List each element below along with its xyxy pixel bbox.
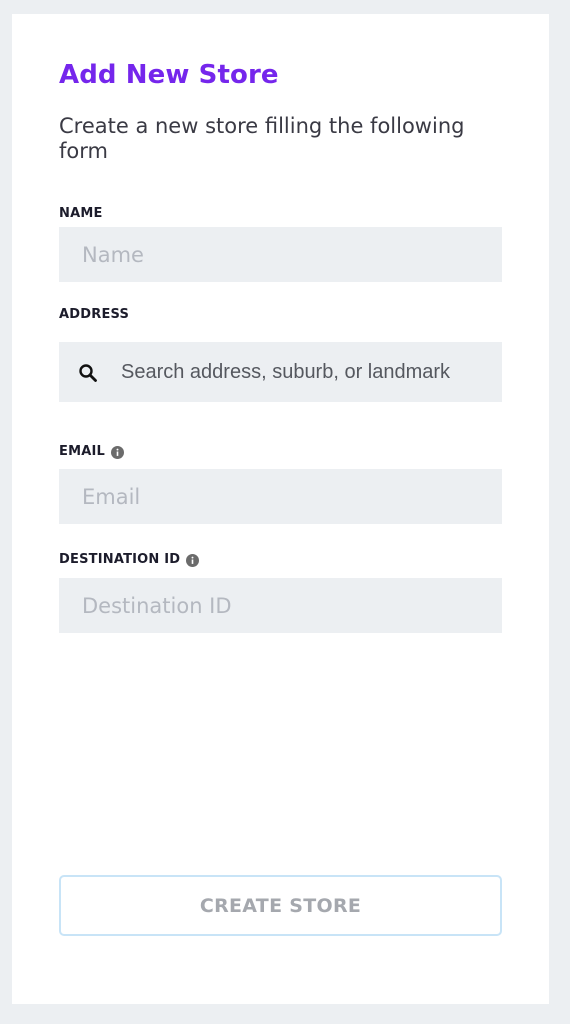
address-search-field[interactable]: [59, 342, 502, 402]
name-label-text: NAME: [59, 206, 103, 221]
destination-id-label-text: DESTINATION ID: [59, 552, 181, 567]
name-label: NAME: [59, 206, 103, 222]
search-icon: [79, 364, 97, 382]
email-input[interactable]: [59, 469, 502, 524]
destination-id-input[interactable]: [59, 578, 502, 633]
create-store-button[interactable]: CREATE STORE: [59, 875, 502, 936]
address-label-text: ADDRESS: [59, 307, 130, 322]
info-icon[interactable]: [111, 445, 124, 459]
address-search-input[interactable]: [121, 342, 496, 402]
add-store-panel: Add New Store Create a new store filling…: [12, 14, 549, 1004]
email-label: EMAIL: [59, 444, 124, 460]
address-label: ADDRESS: [59, 307, 129, 323]
info-icon[interactable]: [186, 553, 200, 567]
page-subtitle: Create a new store filling the following…: [59, 114, 465, 163]
name-input[interactable]: [59, 227, 502, 282]
page-title: Add New Store: [59, 60, 279, 90]
email-label-text: EMAIL: [59, 444, 105, 459]
destination-id-label: DESTINATION ID: [59, 552, 200, 568]
